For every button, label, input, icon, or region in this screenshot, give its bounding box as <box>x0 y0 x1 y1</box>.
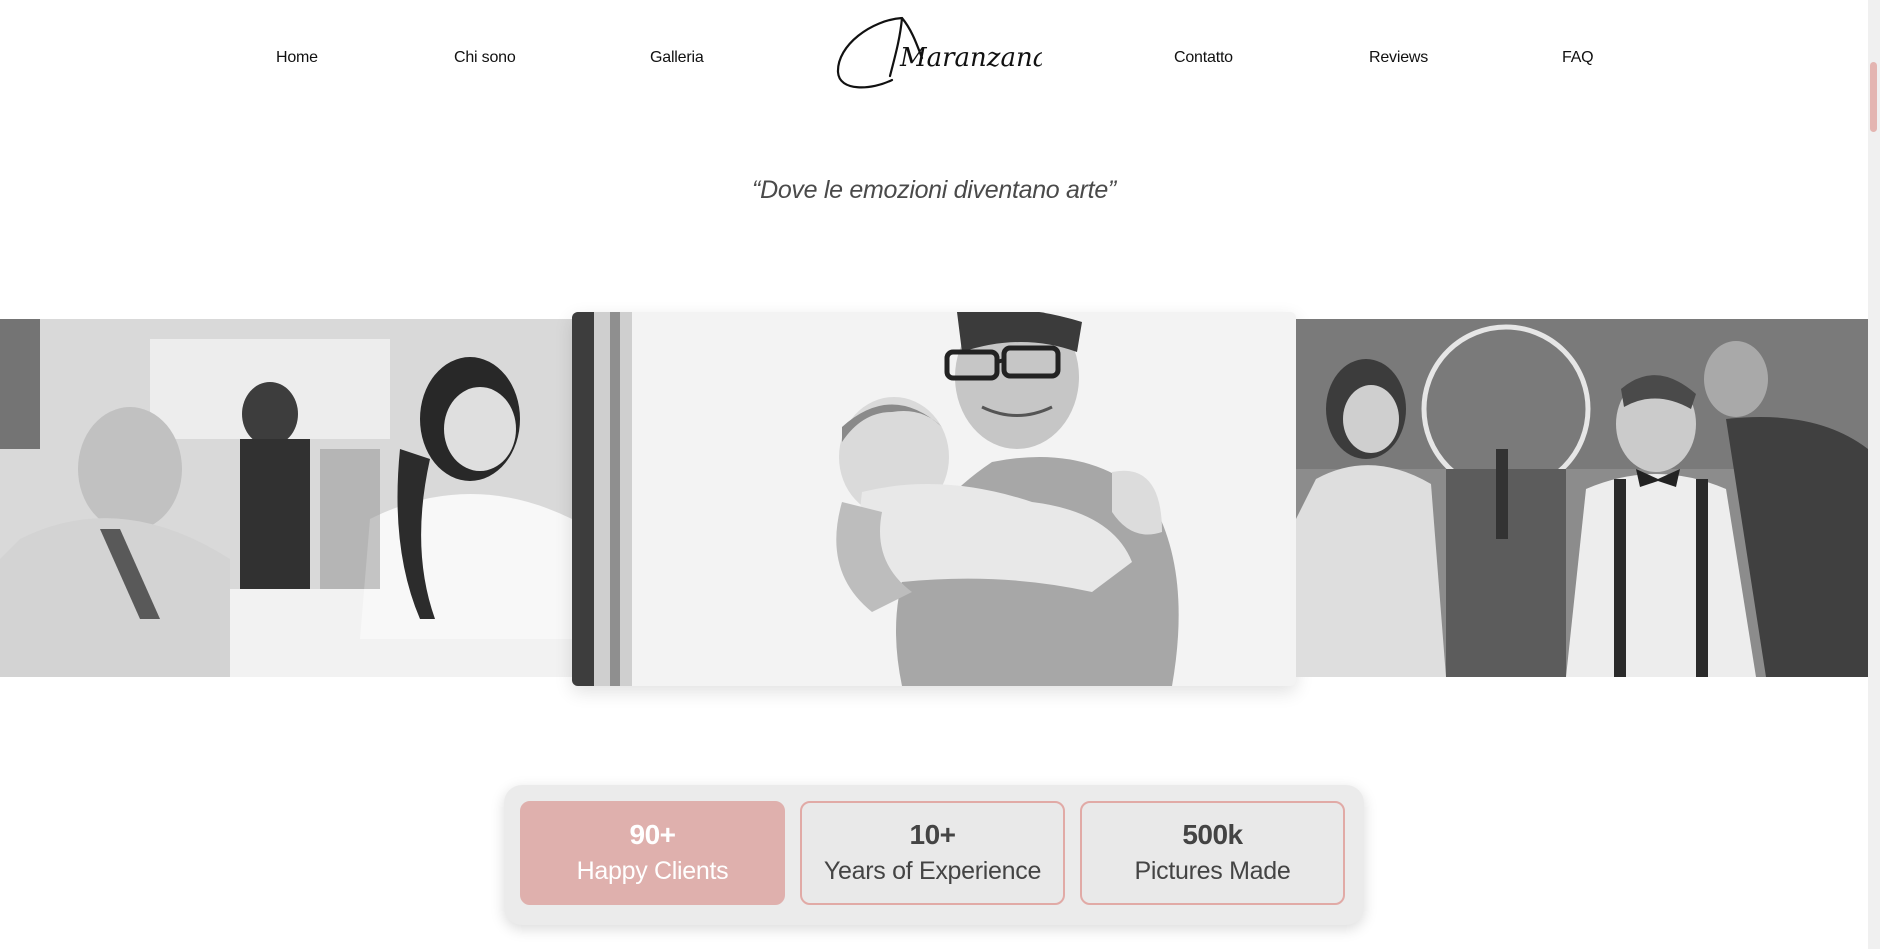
stat-label: Happy Clients <box>576 857 729 885</box>
stat-label: Pictures Made <box>1134 857 1291 885</box>
grandfather-baby-photo <box>572 312 1296 686</box>
wedding-signing-photo <box>0 319 572 677</box>
stat-label: Years of Experience <box>823 857 1042 885</box>
scrollbar-thumb[interactable] <box>1870 62 1877 132</box>
stat-card-years-experience[interactable]: 10+ Years of Experience <box>800 801 1065 905</box>
wedding-party-photo <box>1296 319 1868 677</box>
photo-slide-right[interactable] <box>1296 319 1868 677</box>
logo-signature: Maranzana <box>836 16 1048 89</box>
photo-slide-left[interactable] <box>0 319 572 677</box>
nav-item-home[interactable]: Home <box>276 49 318 67</box>
stat-value: 500k <box>1182 819 1243 850</box>
logo-text: Maranzana <box>899 43 1042 73</box>
stat-value: 10+ <box>909 819 957 850</box>
nav-item-faq[interactable]: FAQ <box>1562 49 1594 67</box>
photo-slide-center[interactable] <box>572 312 1296 686</box>
nav-item-contatto[interactable]: Contatto <box>1174 49 1233 67</box>
stat-value: 90+ <box>629 819 677 850</box>
site-logo[interactable]: Maranzana <box>832 10 1048 100</box>
page-scrollbar[interactable] <box>1868 0 1880 949</box>
page: Home Chi sono Galleria Maranzana Contatt… <box>0 0 1868 949</box>
nav-item-reviews[interactable]: Reviews <box>1369 49 1428 67</box>
nav-item-galleria[interactable]: Galleria <box>650 49 704 67</box>
hero-tagline: “Dove le emozioni diventano arte” <box>752 176 1116 204</box>
stat-card-happy-clients[interactable]: 90+ Happy Clients <box>520 801 785 905</box>
stat-card-pictures-made[interactable]: 500k Pictures Made <box>1080 801 1345 905</box>
stats-panel: 90+ Happy Clients 10+ Years of Experienc… <box>504 785 1364 925</box>
nav-item-chi-sono[interactable]: Chi sono <box>454 49 516 67</box>
